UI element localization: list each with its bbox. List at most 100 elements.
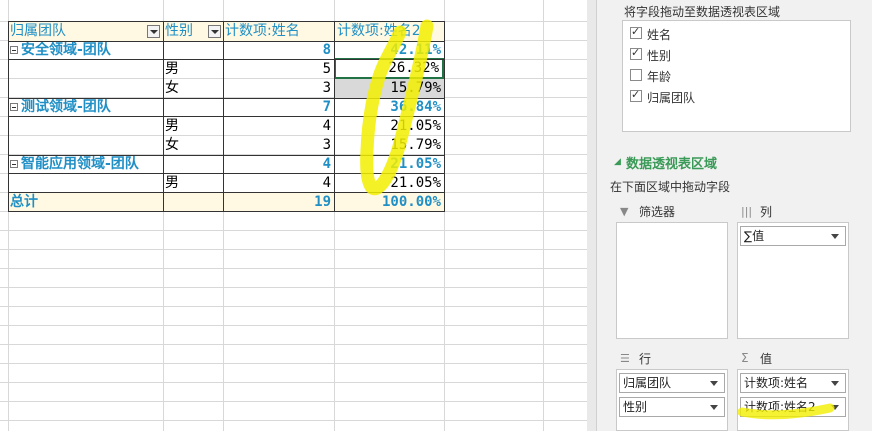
field-label[interactable]: 性别 [647,47,671,64]
pct-cell[interactable]: 15.79% [334,79,444,98]
field-label[interactable]: 归属团队 [647,89,695,106]
filter-icon: ▼ [620,205,629,218]
collapse-minus-icon[interactable] [10,46,18,54]
group-row-testing[interactable]: 测试领域-团队 [8,98,208,117]
table-border [8,98,445,99]
area-collapse-icon[interactable]: ◢ [614,157,621,167]
gender-cell[interactable]: 女 [165,79,223,98]
gender-cell[interactable]: 女 [165,136,223,155]
gridline-vertical [543,0,544,431]
table-border [163,21,164,212]
table-border [223,21,224,212]
group-name: 测试领域-团队 [21,99,111,115]
gridline-horizontal [0,268,587,269]
field-list: 姓名 性别 年龄 归属团队 [622,20,851,132]
table-border [444,21,445,212]
pivot-area-hint: 在下面区域中拖动字段 [610,180,731,194]
value-field-count-name[interactable]: 计数项:姓名 [740,373,846,393]
table-border [8,155,445,156]
count-cell[interactable]: 3 [223,79,334,98]
total-row-label[interactable]: 总计 [8,193,163,212]
table-border [334,21,335,212]
pivot-header-team[interactable]: 归属团队 [8,22,163,41]
header-gender-label: 性别 [165,23,193,39]
chevron-down-icon[interactable] [710,381,718,386]
row-zone-label: 行 [639,352,652,366]
team-filter-dropdown-icon[interactable] [147,25,160,38]
filter-zone-label: 筛选器 [639,205,676,219]
chevron-down-icon[interactable] [831,234,839,239]
column-drop-zone[interactable]: ∑值 [737,222,849,339]
pct-cell[interactable]: 21.05% [334,117,444,136]
column-zone-label: 列 [760,205,773,219]
total-pct[interactable]: 100.00% [334,193,444,212]
pct-cell-selected[interactable]: 26.32% [334,58,444,79]
gridline-horizontal [0,420,587,421]
group-pct[interactable]: 36.84% [334,98,444,117]
field-label[interactable]: 姓名 [647,26,671,43]
header-team-label: 归属团队 [10,23,66,39]
value-field-label: 计数项:姓名2 [744,400,816,414]
total-count[interactable]: 19 [223,193,334,212]
field-checkbox-age[interactable] [630,69,642,81]
table-border [8,116,445,117]
value-field-label: 计数项:姓名 [744,376,809,390]
filter-drop-zone[interactable] [616,222,728,339]
gender-cell[interactable]: 男 [165,117,223,136]
group-count[interactable]: 4 [223,155,334,174]
gridline-horizontal [0,401,587,402]
count-cell[interactable]: 3 [223,136,334,155]
field-checkbox-team[interactable] [630,88,642,102]
gridline-horizontal [0,382,587,383]
value-drop-zone[interactable]: 计数项:姓名 计数项:姓名2 [737,369,849,431]
gridline-horizontal [0,325,587,326]
value-field-count-name2[interactable]: 计数项:姓名2 [740,397,846,417]
value-zone-label: 值 [760,352,773,366]
group-row-smart-app[interactable]: 智能应用领域-团队 [8,155,223,174]
table-border [8,173,445,174]
group-row-security[interactable]: 安全领域-团队 [8,41,208,60]
count-cell[interactable]: 5 [223,60,334,79]
rows-icon: ☰ [620,352,630,365]
table-border [8,21,9,212]
collapse-minus-icon[interactable] [10,103,18,111]
columns-icon: ||| [741,205,753,218]
row-field-team[interactable]: 归属团队 [619,373,725,393]
gender-filter-dropdown-icon[interactable] [208,25,221,38]
header-count2-label: 计数项:姓名2 [337,23,421,39]
gridline-horizontal [0,344,587,345]
count-cell[interactable]: 4 [223,117,334,136]
group-count[interactable]: 8 [223,41,334,60]
group-count[interactable]: 7 [223,98,334,117]
collapse-minus-icon[interactable] [10,160,18,168]
table-border [8,59,445,60]
chevron-down-icon[interactable] [831,381,839,386]
chevron-down-icon[interactable] [831,405,839,410]
field-checkbox-name[interactable] [630,25,642,39]
pct-cell[interactable]: 21.05% [334,174,444,193]
row-field-gender[interactable]: 性别 [619,397,725,417]
pivot-header-count-name2[interactable]: 计数项:姓名2 [334,22,444,41]
count-cell[interactable]: 4 [223,174,334,193]
gender-cell[interactable]: 男 [165,174,223,193]
row-drop-zone[interactable]: 归属团队 性别 [616,369,728,431]
vertical-scrollbar[interactable] [587,0,597,431]
pivot-header-count-name[interactable]: 计数项:姓名 [223,22,334,41]
table-border [8,211,445,212]
field-checkbox-gender[interactable] [630,46,642,60]
field-label[interactable]: 年龄 [647,68,671,85]
row-field-label: 归属团队 [623,376,672,390]
column-field-values[interactable]: ∑值 [740,226,846,246]
column-field-label: ∑值 [744,229,765,243]
gridline-horizontal [0,230,587,231]
table-border [8,21,445,22]
gridline-horizontal [0,249,587,250]
pct-cell[interactable]: 15.79% [334,136,444,155]
chevron-down-icon[interactable] [710,405,718,410]
gridline-horizontal [0,306,587,307]
group-pct[interactable]: 21.05% [334,155,444,174]
gender-cell[interactable]: 男 [165,60,223,79]
gridline-horizontal [0,287,587,288]
header-count-label: 计数项:姓名 [225,23,300,39]
spreadsheet-grid[interactable]: 归属团队 性别 计数项:姓名 计数项:姓名2 安全领域-团队 8 42.11% … [0,0,587,431]
